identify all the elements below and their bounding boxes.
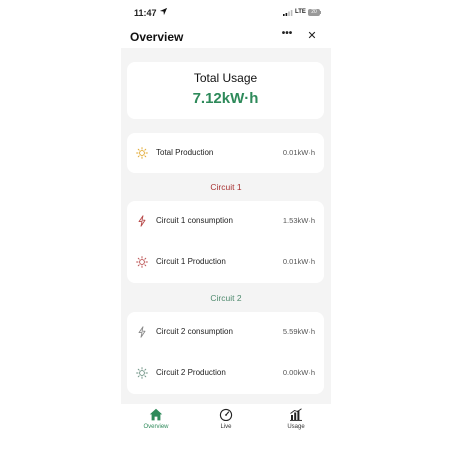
- sun-icon: [136, 367, 148, 379]
- lightning-icon: [138, 215, 146, 227]
- sun-icon: [136, 256, 148, 268]
- tab-usage-label: Usage: [287, 424, 305, 430]
- sun-icon: [136, 147, 148, 159]
- circuit-1-production-value: 0.01kW·h: [282, 257, 315, 266]
- tab-overview-label: Overview: [143, 424, 169, 430]
- phone-screen: 11:47 LTE 20 Overview ••• ✕ Total Usage …: [121, 0, 331, 450]
- network-type: LTE: [295, 9, 306, 15]
- circuit-2-production-row[interactable]: Circuit 2 Production 0.00kW·h: [127, 353, 324, 394]
- total-usage-label: Total Usage: [193, 71, 258, 85]
- page-title: Overview: [130, 30, 184, 44]
- status-bar: 11:47 LTE 20: [121, 0, 331, 26]
- tab-bar: Overview Live Usage: [121, 404, 331, 450]
- circuit-2-consumption-value: 5.59kW·h: [282, 327, 315, 336]
- status-time: 11:47: [134, 8, 157, 18]
- location-arrow-icon: [159, 7, 168, 16]
- total-production-card[interactable]: Total Production 0.01kW·h: [127, 133, 324, 173]
- circuit-1-consumption-row[interactable]: Circuit 1 consumption 1.53kW·h: [127, 201, 324, 242]
- total-production-row[interactable]: Total Production 0.01kW·h: [127, 133, 324, 174]
- circuit-2-production-value: 0.00kW·h: [282, 368, 315, 377]
- signal-icon: [283, 10, 293, 16]
- circuit-2-consumption-label: Circuit 2 consumption: [156, 327, 233, 336]
- circuit-1-production-label: Circuit 1 Production: [156, 257, 226, 266]
- tab-usage[interactable]: Usage: [261, 408, 331, 436]
- lightning-icon: [138, 326, 146, 338]
- circuit-1-consumption-label: Circuit 1 consumption: [156, 216, 233, 225]
- gauge-icon: [219, 408, 233, 421]
- tab-live[interactable]: Live: [191, 408, 261, 436]
- more-button[interactable]: •••: [279, 29, 295, 42]
- total-production-value: 0.01kW·h: [282, 148, 315, 157]
- circuit-1-production-row[interactable]: Circuit 1 Production 0.01kW·h: [127, 242, 324, 283]
- tab-overview[interactable]: Overview: [121, 408, 191, 436]
- header: Overview ••• ✕: [121, 26, 331, 48]
- circuit-2-consumption-row[interactable]: Circuit 2 consumption 5.59kW·h: [127, 312, 324, 353]
- battery-tip: [320, 11, 321, 14]
- circuit-1-consumption-value: 1.53kW·h: [282, 216, 315, 225]
- tab-live-label: Live: [220, 424, 232, 430]
- circuit-1-card: Circuit 1 consumption 1.53kW·h Circuit 1…: [127, 201, 324, 283]
- close-button[interactable]: ✕: [305, 29, 319, 43]
- circuit-2-production-label: Circuit 2 Production: [156, 368, 226, 377]
- total-usage-card: Total Usage 7.12kW·h: [127, 62, 324, 119]
- total-usage-value: 7.12kW·h: [192, 90, 259, 107]
- battery-icon: 20: [308, 9, 320, 16]
- circuit-2-heading: Circuit 2: [210, 293, 242, 303]
- bar-chart-icon: [290, 408, 302, 421]
- circuit-1-heading: Circuit 1: [210, 182, 242, 192]
- circuit-2-card: Circuit 2 consumption 5.59kW·h Circuit 2…: [127, 312, 324, 394]
- total-production-label: Total Production: [156, 148, 214, 157]
- home-icon: [149, 408, 163, 421]
